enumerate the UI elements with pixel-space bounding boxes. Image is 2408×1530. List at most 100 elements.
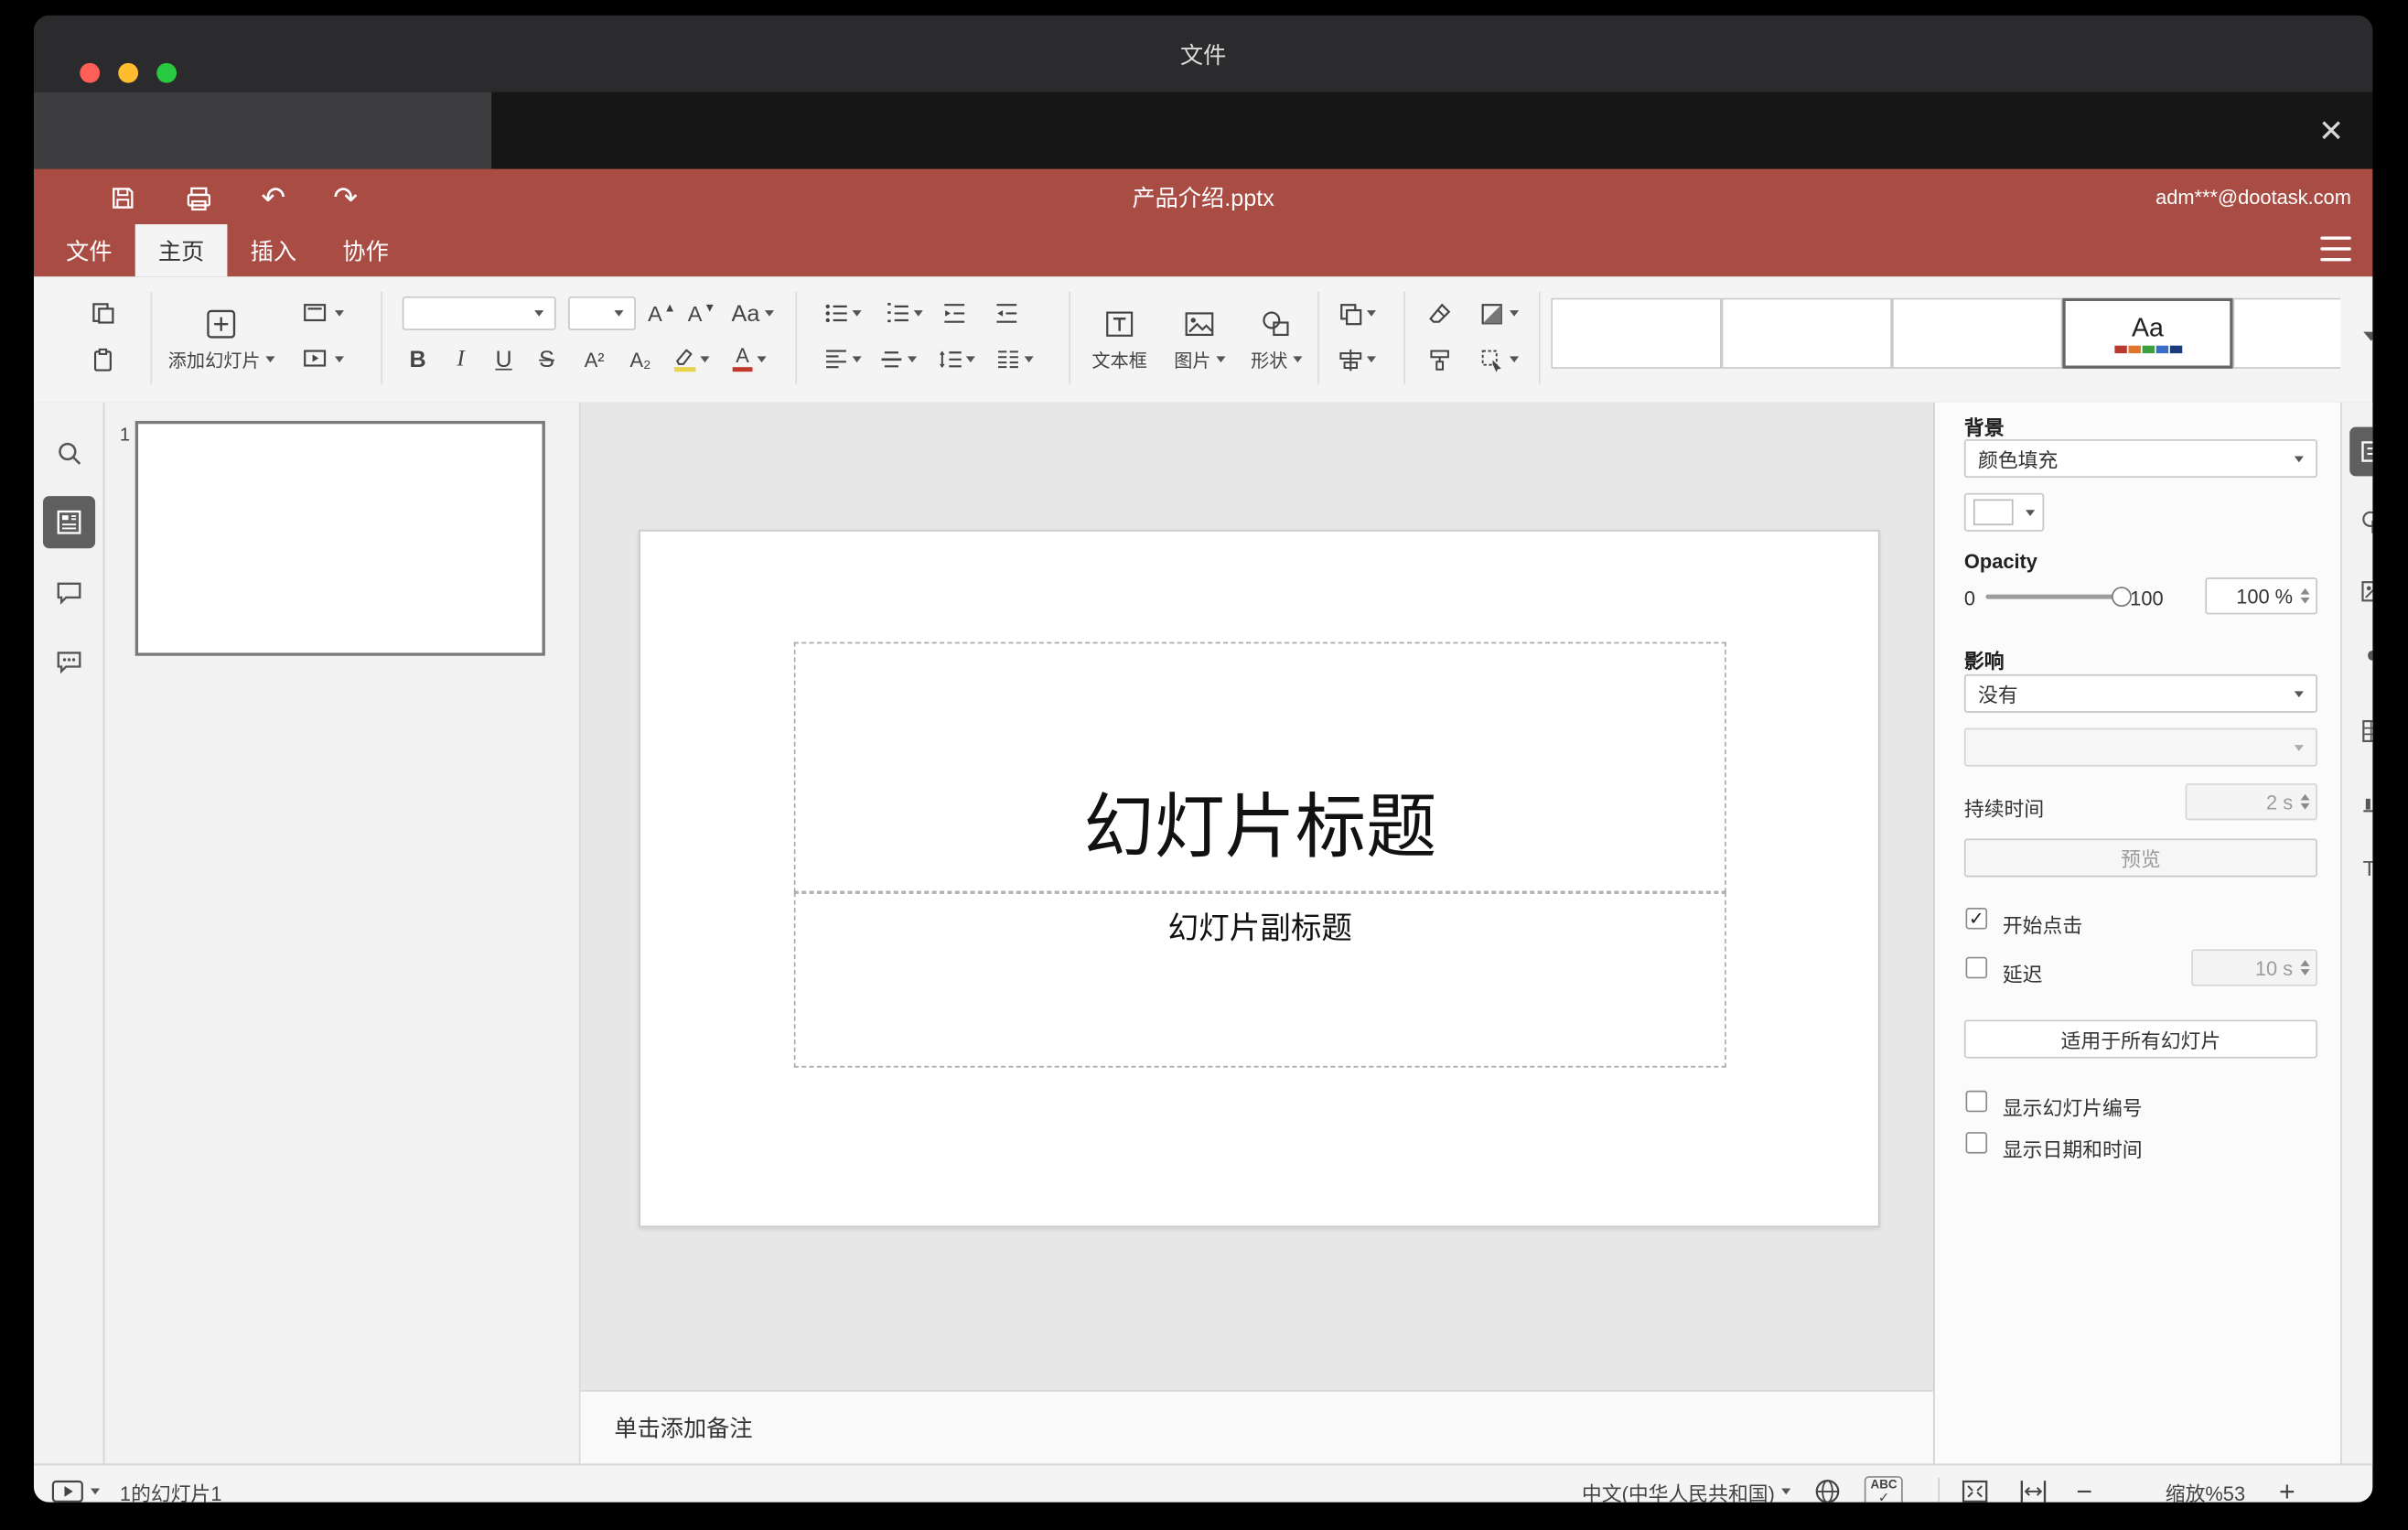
highlight-icon [672,347,695,372]
font-color-button[interactable]: A [725,339,774,380]
delay-spinner[interactable]: 10 s [2191,949,2317,986]
superscript-button[interactable]: A² [575,339,615,380]
shape-fill-button[interactable] [1471,294,1526,334]
decrease-indent-button[interactable] [934,294,974,334]
bullet-list-button[interactable] [817,294,866,334]
slides-panel-button[interactable] [42,496,96,549]
paragraph-settings-button[interactable]: ¶ [2349,636,2372,685]
tab-collaboration[interactable]: 协作 [319,224,412,276]
fit-width-button[interactable] [2018,1465,2049,1503]
preview-button[interactable]: 预览 [1963,838,2317,878]
clear-style-button[interactable] [1419,294,1459,334]
tab-insert[interactable]: 插入 [227,224,319,276]
tab-file[interactable]: 文件 [43,224,135,276]
columns-button[interactable] [989,339,1038,380]
insert-shape-button[interactable]: 形状 [1241,290,1311,388]
theme-thumbnail[interactable] [1721,297,1892,369]
arrange-shape-button[interactable] [1330,294,1382,334]
shape-settings-button[interactable] [2349,498,2373,547]
paste-button[interactable] [83,339,124,380]
table-settings-button[interactable] [2349,706,2373,756]
theme-thumbnail-selected[interactable]: Aa [2062,297,2233,369]
slide-thumbnail-1[interactable] [134,420,545,656]
menu-icon[interactable] [2320,236,2351,262]
theme-thumbnail[interactable] [1551,297,1722,369]
line-spacing-button[interactable] [930,339,980,380]
tab-home[interactable]: 主页 [134,224,228,277]
decrease-font-button[interactable]: A ▼ [682,294,722,334]
opacity-slider-knob[interactable] [2112,587,2132,608]
slide-number-label: 1 [119,424,131,446]
horizontal-align-button[interactable] [817,339,866,380]
slide-editing-surface[interactable]: 幻灯片标题 幻灯片副标题 [639,530,1880,1228]
spellcheck-button[interactable]: ABC ✓ [1864,1465,1904,1503]
background-color-select[interactable] [1963,492,2045,532]
add-slide-button[interactable]: 添加幻灯片 [163,290,280,388]
background-fill-select[interactable]: 颜色填充 [1963,439,2317,479]
change-case-button[interactable]: Aa [725,294,779,334]
highlight-color-button[interactable] [666,339,715,380]
show-datetime-checkbox[interactable] [1965,1132,1988,1154]
align-shape-button[interactable] [1330,339,1382,380]
theme-thumbnail[interactable] [2232,297,2341,369]
duration-spinner[interactable]: 2 s [2185,783,2317,821]
start-slideshow-status-button[interactable] [50,1465,101,1503]
increase-font-button[interactable]: A ▲ [642,294,683,334]
zoom-in-button[interactable]: + [2279,1465,2295,1502]
document-language-button[interactable] [1812,1465,1844,1503]
delay-checkbox[interactable] [1965,956,1988,979]
transition-effect-select[interactable]: 没有 [1963,673,2317,713]
chart-settings-button[interactable] [2349,776,2373,825]
opacity-value-spinner[interactable]: 100 % [2205,577,2317,615]
shape-label: 形状 [1251,349,1288,372]
strikethrough-button[interactable]: S [528,339,564,380]
theme-gallery-expand-button[interactable] [2349,317,2373,357]
slide-title-placeholder[interactable]: 幻灯片标题 [793,641,1726,893]
chat-button[interactable] [43,636,95,688]
increase-indent-button[interactable] [986,294,1027,334]
textbox-icon [1106,310,1134,337]
apply-to-all-slides-button[interactable]: 适用于所有幻灯片 [1963,1019,2317,1059]
slide-settings-button[interactable] [2349,426,2373,477]
opacity-slider-track[interactable] [1985,594,2122,599]
numbered-list-button[interactable] [878,294,928,334]
background-panel [33,92,492,169]
document-title: 产品介绍.pptx [1132,185,1274,211]
ribbon-tabs: 文件 主页 插入 协作 [43,224,412,277]
copy-icon [92,303,114,324]
image-settings-icon [2361,581,2373,602]
slide-layout-icon [304,304,327,322]
notes-area[interactable]: 单击添加备注 [580,1390,1934,1464]
fit-slide-button[interactable] [1960,1465,1991,1503]
right-sidebar: ¶ Ta [2340,402,2373,1464]
comments-button[interactable] [43,566,95,619]
italic-button[interactable]: I [442,339,478,380]
select-tool-button[interactable] [1471,339,1526,380]
image-settings-button[interactable] [2349,566,2373,616]
paste-icon [93,348,112,372]
search-button[interactable] [43,427,95,479]
language-selector[interactable]: 中文(中华人民共和国) [1582,1465,1790,1503]
font-size-select[interactable] [568,296,636,330]
theme-thumbnail[interactable] [1891,297,2063,369]
insert-image-button[interactable]: 图片 [1164,290,1234,388]
show-slide-number-checkbox[interactable] [1965,1090,1988,1113]
start-on-click-checkbox[interactable]: ✓ [1965,908,1988,930]
subscript-button[interactable]: A₂ [620,339,661,380]
underline-button[interactable]: U [485,339,521,380]
vertical-align-button[interactable] [872,339,921,380]
copy-button[interactable] [83,294,124,334]
font-name-select[interactable] [402,296,556,330]
paragraph-icon: ¶ [2367,644,2372,676]
copy-style-button[interactable] [1419,339,1459,380]
start-slideshow-button[interactable] [292,339,353,380]
slide-layout-button[interactable] [292,294,353,334]
close-icon[interactable]: ✕ [2308,107,2354,153]
bold-button[interactable]: B [399,339,435,380]
zoom-out-button[interactable]: − [2076,1465,2092,1502]
transition-variant-select[interactable] [1963,727,2317,767]
insert-textbox-button[interactable]: 文本框 [1084,290,1155,388]
textart-settings-button[interactable]: Ta [2349,844,2373,893]
start-on-click-label: 开始点击 [2002,913,2083,937]
slide-subtitle-placeholder[interactable]: 幻灯片副标题 [793,892,1726,1068]
